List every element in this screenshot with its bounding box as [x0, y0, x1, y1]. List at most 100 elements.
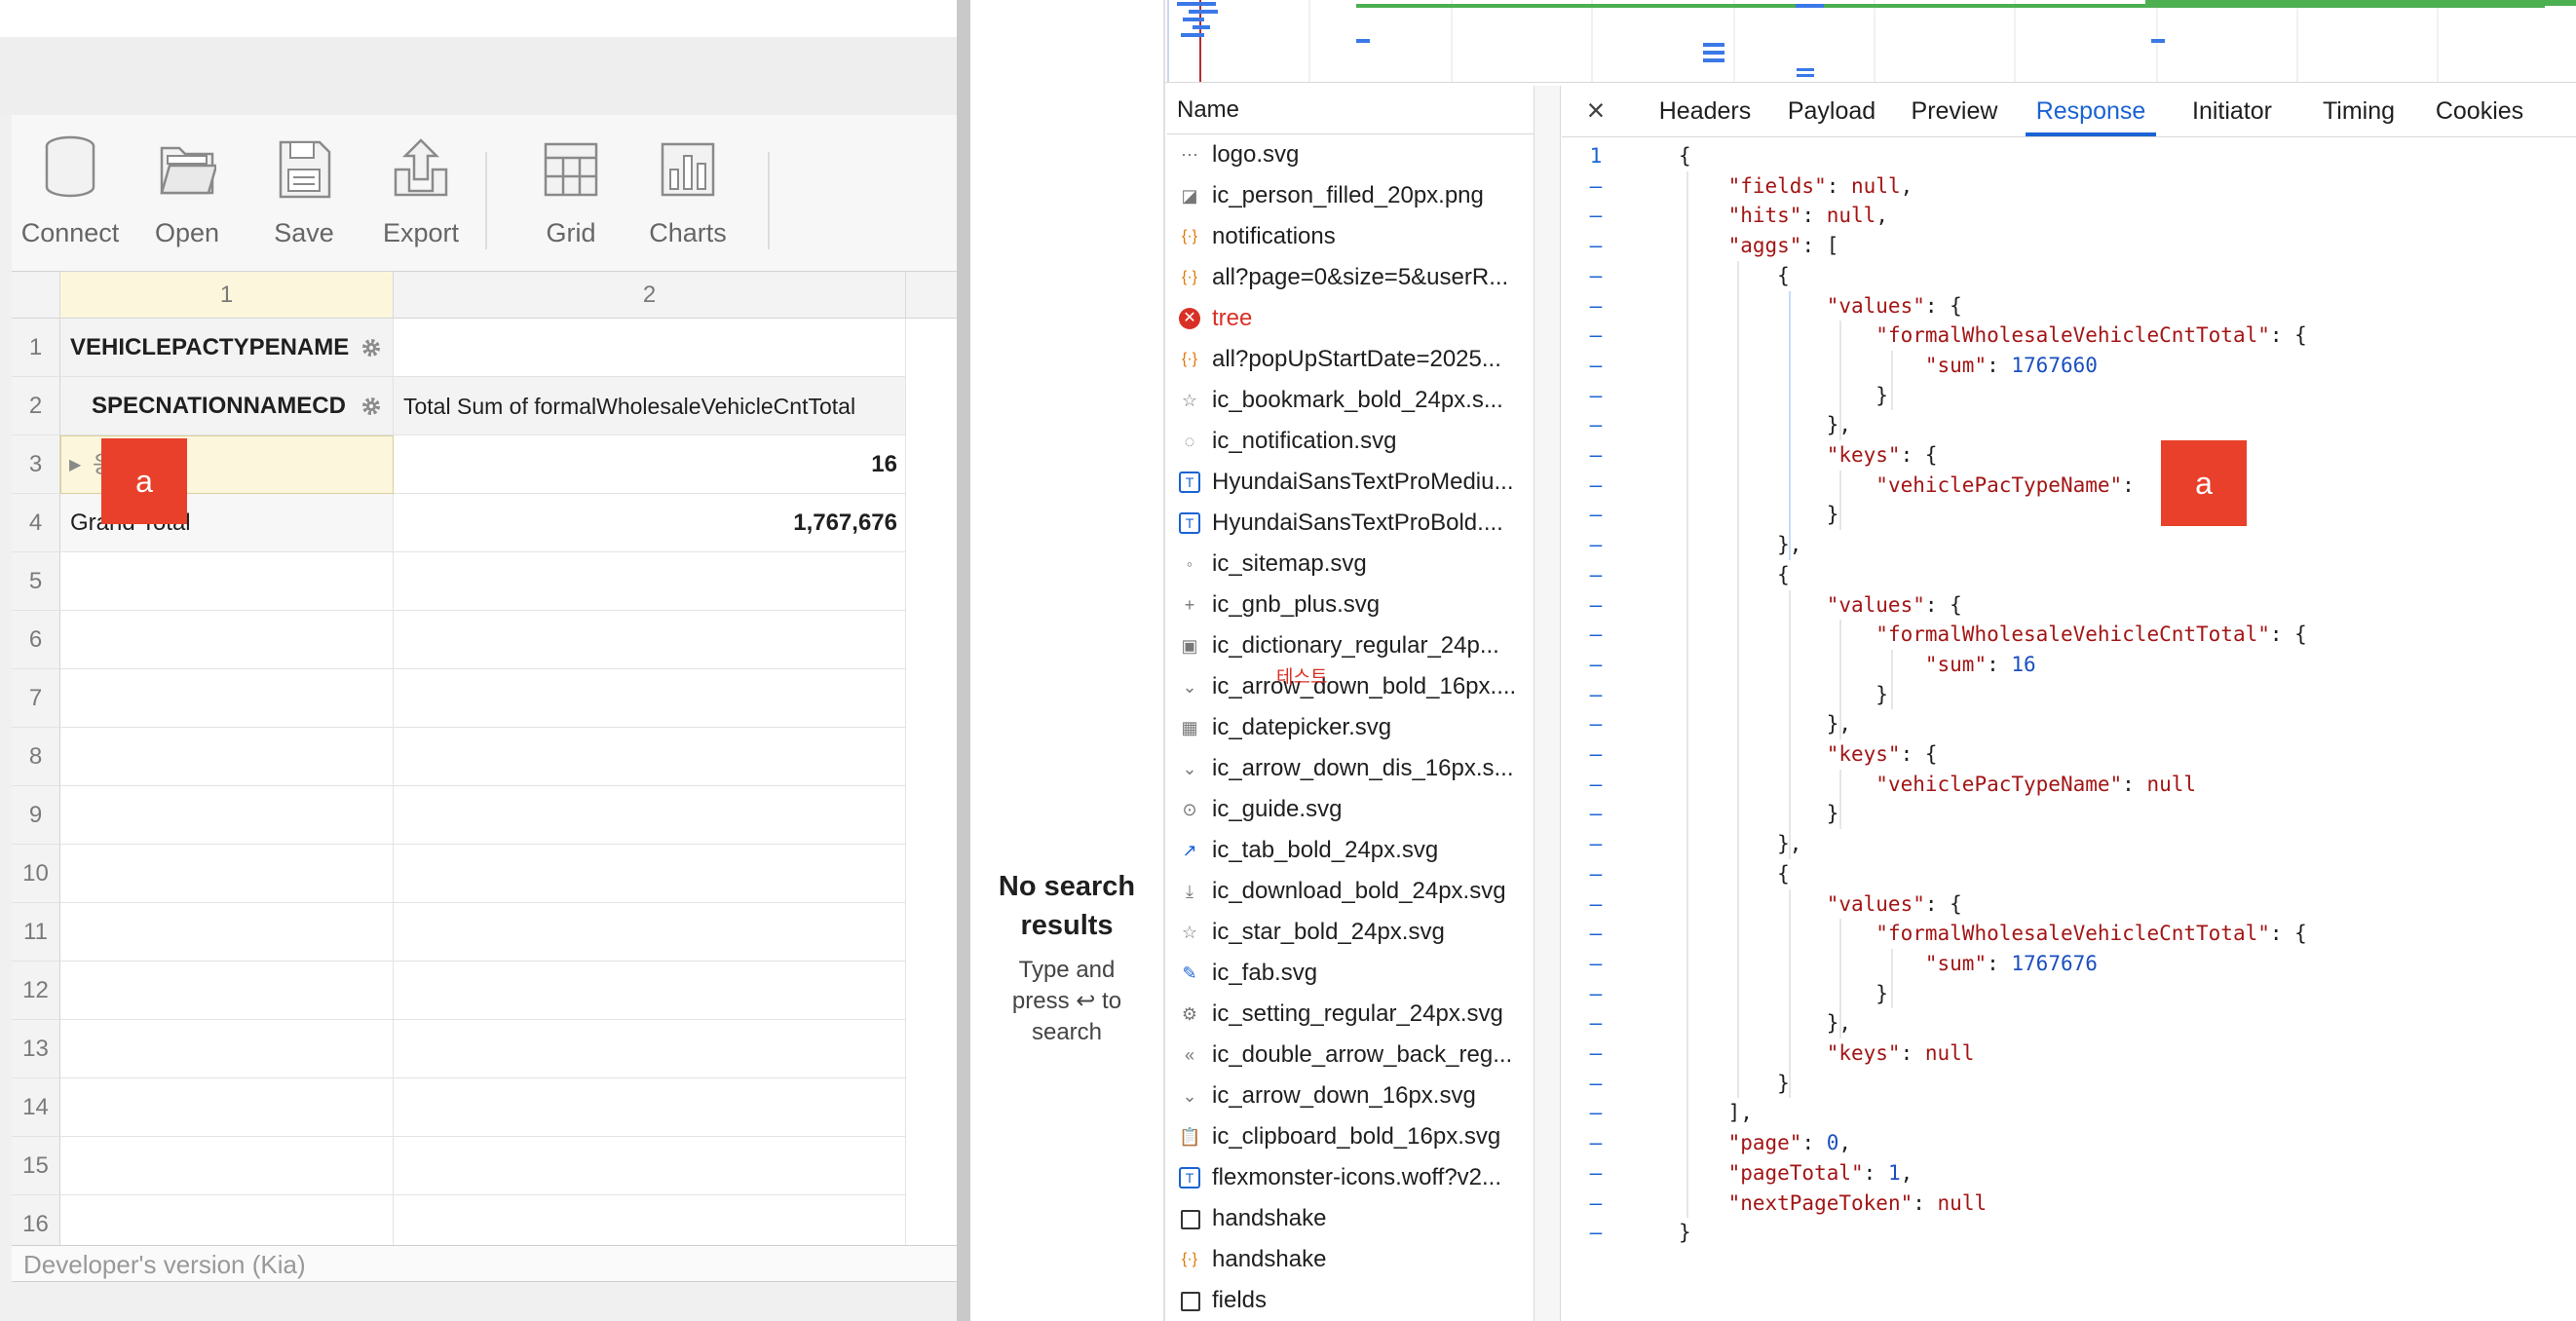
request-row[interactable]: ▦ ic_datepicker.svg	[1167, 707, 1534, 748]
row-field-header[interactable]: SPECNATIONNAMECD	[60, 377, 394, 435]
response-viewer[interactable]: 1– – – – – – – – – – – – – – – – – – – – – – – – – – – – – – – – – – – – { …	[1562, 137, 2576, 1321]
code-line: "values": {	[1826, 592, 1962, 617]
tab-preview[interactable]: Preview	[1901, 86, 2008, 136]
network-overview[interactable]	[1165, 0, 2576, 83]
request-name: ic_clipboard_bold_16px.svg	[1212, 1123, 1501, 1150]
line-number: –	[1589, 981, 1603, 1005]
request-row[interactable]: + ic_gnb_plus.svg	[1167, 585, 1534, 625]
pivot-footer: Developer's version (Kia)	[12, 1245, 957, 1282]
request-row[interactable]: {·} all?popUpStartDate=2025...	[1167, 339, 1534, 380]
request-name: ic_arrow_down_dis_16px.s...	[1212, 755, 1514, 781]
code-line: {	[1679, 144, 1691, 168]
font-icon: T	[1179, 472, 1200, 493]
grid-button[interactable]: Grid	[512, 115, 629, 271]
row-field-header[interactable]: VEHICLEPACTYPENAME	[60, 319, 394, 377]
line-number: –	[1589, 1190, 1603, 1215]
request-row[interactable]: ↗ ic_tab_bold_24px.svg	[1167, 830, 1534, 871]
code-line: "hits": null,	[1727, 204, 1888, 228]
charts-button[interactable]: Charts	[629, 115, 746, 271]
request-row[interactable]: ⌄ ic_arrow_down_bold_16px....	[1167, 666, 1534, 707]
row-header: 13	[12, 1020, 60, 1078]
line-number: –	[1589, 173, 1603, 198]
pane-divider[interactable]	[1163, 0, 1165, 1321]
request-name: handshake	[1212, 1246, 1327, 1272]
chevron-down-icon: ⌄	[1182, 1086, 1197, 1106]
close-icon[interactable]: ×	[1579, 94, 1612, 127]
row-header: 2	[12, 377, 60, 435]
request-row[interactable]: ☆ ic_bookmark_bold_24px.s...	[1167, 380, 1534, 421]
line-number: –	[1589, 1160, 1603, 1185]
export-button[interactable]: Export	[362, 115, 479, 271]
request-row[interactable]: {·} notifications	[1167, 216, 1534, 257]
svg-icon: ⊙	[1182, 800, 1197, 819]
request-row[interactable]: handshake	[1167, 1198, 1534, 1239]
request-row[interactable]: ▣ ic_dictionary_regular_24p...	[1167, 625, 1534, 666]
row-header: 15	[12, 1137, 60, 1195]
code-line: }	[1679, 981, 1888, 1005]
request-row[interactable]: ◦ ic_sitemap.svg	[1167, 544, 1534, 585]
grid-cell	[394, 728, 906, 786]
request-row[interactable]: 📋 ic_clipboard_bold_16px.svg	[1167, 1116, 1534, 1157]
list-detail-divider[interactable]	[1534, 86, 1561, 1321]
request-name: ic_datepicker.svg	[1212, 714, 1392, 740]
request-row[interactable]: fields	[1167, 1280, 1534, 1321]
request-name: ic_notification.svg	[1212, 428, 1397, 454]
save-label: Save	[274, 218, 334, 247]
row-header: 8	[12, 728, 60, 786]
request-row[interactable]: ✎ ic_fab.svg	[1167, 953, 1534, 994]
grid-cell	[60, 728, 394, 786]
line-number: –	[1589, 1041, 1603, 1065]
request-row[interactable]: ⋯ logo.svg	[1167, 134, 1534, 175]
request-row[interactable]: ⊙ ic_guide.svg	[1167, 789, 1534, 830]
gear-icon[interactable]	[360, 336, 383, 359]
request-row[interactable]: T HyundaiSansTextProMediu...	[1167, 462, 1534, 503]
column-header-2[interactable]: 2	[394, 272, 906, 319]
request-name: flexmonster-icons.woff?v2...	[1212, 1164, 1502, 1190]
gear-icon[interactable]	[360, 395, 383, 418]
request-row[interactable]: ⌄ ic_arrow_down_16px.svg	[1167, 1076, 1534, 1116]
column-header-1[interactable]: 1	[60, 272, 394, 319]
request-name: notifications	[1212, 223, 1336, 249]
request-row[interactable]: ◌ ic_notification.svg	[1167, 421, 1534, 462]
measure-header[interactable]: Total Sum of formalWholesaleVehicleCntTo…	[394, 377, 906, 435]
row-header: 1	[12, 319, 60, 377]
request-row[interactable]: T HyundaiSansTextProBold....	[1167, 503, 1534, 544]
code-line: {	[1679, 562, 1790, 586]
request-row[interactable]: {·} all?page=0&size=5&userR...	[1167, 257, 1534, 298]
tab-payload[interactable]: Payload	[1778, 86, 1885, 136]
tab-cookies[interactable]: Cookies	[2425, 86, 2534, 136]
svg-icon: ☆	[1181, 391, 1198, 410]
tab-headers[interactable]: Headers	[1651, 86, 1759, 136]
row-header: 11	[12, 903, 60, 962]
toolbar-separator	[768, 152, 770, 249]
line-number: –	[1589, 772, 1603, 796]
request-name: handshake	[1212, 1205, 1327, 1231]
document-icon	[1181, 1292, 1200, 1311]
save-icon	[279, 140, 331, 199]
expand-arrow-icon[interactable]: ▶	[69, 436, 81, 493]
request-row[interactable]: ◪ ic_person_filled_20px.png	[1167, 175, 1534, 216]
code-line: }	[1679, 503, 1839, 527]
request-row[interactable]: ⌄ ic_arrow_down_dis_16px.s...	[1167, 748, 1534, 789]
tab-initiator[interactable]: Initiator	[2172, 86, 2292, 136]
connect-button[interactable]: Connect	[12, 115, 129, 271]
request-row[interactable]: {·} handshake	[1167, 1239, 1534, 1280]
line-number: –	[1589, 443, 1603, 467]
open-button[interactable]: Open	[129, 115, 246, 271]
tab-timing[interactable]: Timing	[2310, 86, 2407, 136]
save-button[interactable]: Save	[246, 115, 362, 271]
request-row[interactable]: ⤓ ic_download_bold_24px.svg	[1167, 871, 1534, 912]
line-number: –	[1589, 323, 1603, 348]
pane-splitter[interactable]	[957, 0, 970, 1321]
tab-response[interactable]: Response	[2026, 86, 2156, 136]
request-row[interactable]: ☆ ic_star_bold_24px.svg	[1167, 912, 1534, 953]
request-row[interactable]: « ic_double_arrow_back_reg...	[1167, 1035, 1534, 1076]
code-line: }	[1679, 1221, 1691, 1245]
request-row[interactable]: ✕ tree	[1167, 298, 1534, 339]
request-row[interactable]: ⚙ ic_setting_regular_24px.svg	[1167, 994, 1534, 1035]
line-number: –	[1589, 204, 1603, 228]
request-row[interactable]: T flexmonster-icons.woff?v2...	[1167, 1157, 1534, 1198]
name-column-header[interactable]: Name	[1167, 86, 1534, 134]
row-header: 10	[12, 845, 60, 903]
fetch-icon: {·}	[1181, 228, 1197, 245]
